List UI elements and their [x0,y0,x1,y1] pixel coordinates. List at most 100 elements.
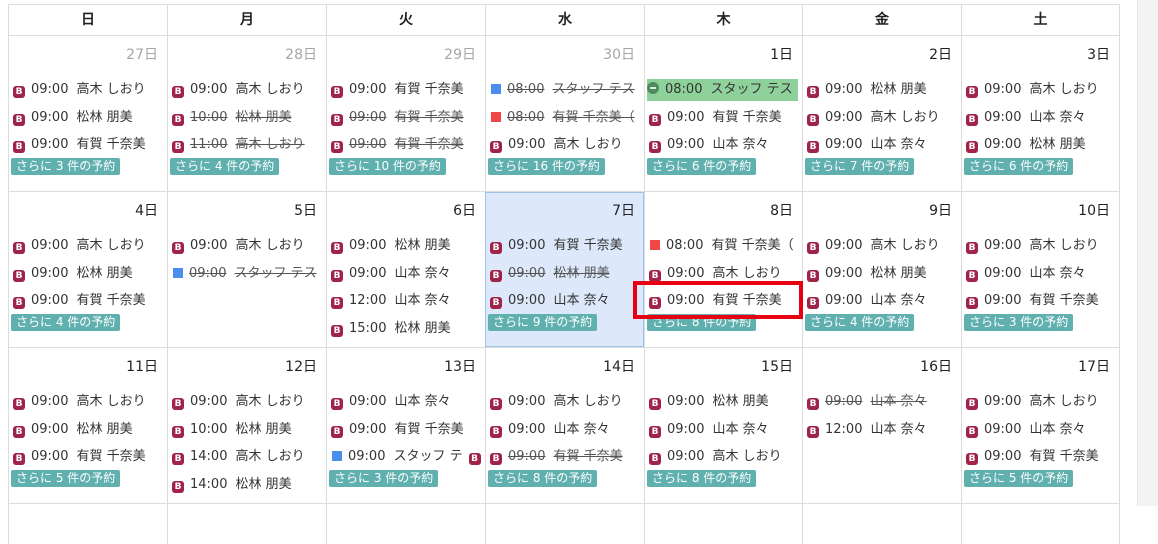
event-item[interactable]: B 09:00 高木 しおり [172,79,322,101]
day-cell[interactable]: 16日 B 09:00 山本 奈々 B 12:00 山本 奈々 [802,348,961,503]
day-number[interactable]: 6日 [453,200,476,220]
event-item[interactable]: B 09:00 松林 朋美 [490,263,640,285]
day-number[interactable]: 14日 [603,356,635,376]
event-item[interactable]: B 12:00 山本 奈々 [807,419,957,441]
event-item[interactable]: B 09:00 高木 しおり [13,235,163,257]
day-number[interactable]: 28日 [285,44,317,64]
event-item[interactable]: B 14:00 高木 しおり [172,446,322,468]
event-item[interactable]: B 09:00 山本 奈々 [807,134,957,156]
event-item[interactable]: B 09:00 高木 しおり [807,235,957,257]
more-reservations-link[interactable]: さらに 8 件の予約 [488,470,598,487]
event-item[interactable]: B 09:00 松林 朋美 [807,79,957,101]
event-item[interactable]: B 09:00 山本 奈々 [331,391,481,413]
more-reservations-link[interactable]: さらに 6 件の予約 [964,158,1074,175]
day-number[interactable]: 8日 [770,200,793,220]
event-item[interactable]: B 09:00 高木 しおり [966,79,1115,101]
day-number[interactable]: 13日 [444,356,476,376]
event-item[interactable]: B 09:00 高木 しおり [966,391,1115,413]
event-item[interactable]: B 09:00 有賀 千奈美 [966,290,1115,312]
day-number[interactable]: 1日 [770,44,793,64]
event-item[interactable]: B 09:00 松林 朋美 [649,391,798,413]
event-item[interactable]: B 09:00 山本 奈々 [649,419,798,441]
more-reservations-link[interactable]: さらに 5 件の予約 [11,470,121,487]
event-item[interactable]: B 09:00 山本 奈々 [966,263,1115,285]
day-cell[interactable]: 17日 B 09:00 高木 しおり B 09:00 山本 奈々 B 09:00 有賀 千奈美 さら… [961,348,1120,503]
day-cell[interactable]: 9日 B 09:00 高木 しおり B 09:00 松林 朋美 B 09:00 山本 奈々 さらに … [802,192,961,347]
event-item[interactable]: B 09:00 高木 しおり [13,79,163,101]
day-number[interactable]: 27日 [126,44,158,64]
day-number[interactable]: 15日 [761,356,793,376]
event-item[interactable]: B 09:00 松林 朋美 [807,263,957,285]
day-cell[interactable] [802,504,961,544]
event-item[interactable]: B 09:00 有賀 千奈美 [331,107,481,129]
event-item[interactable]: B 10:00 松林 朋美 [172,419,322,441]
event-item[interactable]: B 14:00 松林 朋美 [172,474,322,496]
event-item[interactable]: B 09:00 山本 奈々 [490,419,640,441]
day-number[interactable]: 17日 [1078,356,1110,376]
event-item[interactable]: B 09:00 松林 朋美 [13,263,163,285]
vertical-scrollbar[interactable] [1137,0,1158,506]
day-cell[interactable]: 12日 B 09:00 高木 しおり B 10:00 松林 朋美 B 14:00 高木 しおり B 1… [167,348,326,503]
event-item[interactable]: B 09:00 高木 しおり [807,107,957,129]
day-number[interactable]: 10日 [1078,200,1110,220]
event-item[interactable]: B 09:00 有賀 千奈美 [966,446,1115,468]
event-item[interactable]: B 09:00 山本 奈々 [649,134,798,156]
day-cell[interactable]: 3日 B 09:00 高木 しおり B 09:00 山本 奈々 B 09:00 松林 朋美 さらに … [961,36,1120,191]
event-item[interactable]: 08:00 有賀 千奈美（ [649,235,798,257]
event-item[interactable]: B 10:00 松林 朋美 [172,107,322,129]
day-cell[interactable]: 6日 B 09:00 松林 朋美 B 09:00 山本 奈々 B 12:00 山本 奈々 B 15:0… [326,192,485,347]
day-cell[interactable] [644,504,802,544]
more-reservations-link[interactable]: さらに 10 件の予約 [329,158,446,175]
more-reservations-link[interactable]: さらに 3 件の予約 [964,314,1074,331]
event-item[interactable]: B 09:00 松林 朋美 [13,107,163,129]
event-item[interactable]: B 09:00 高木 しおり [172,391,322,413]
more-reservations-link[interactable]: さらに 4 件の予約 [11,314,121,331]
more-reservations-link[interactable]: さらに 16 件の予約 [488,158,605,175]
event-item[interactable]: B 11:00 高木 しおり [172,134,322,156]
more-reservations-link[interactable]: さらに 3 件の予約 [11,158,121,175]
event-item[interactable]: B 09:00 有賀 千奈美 [331,134,481,156]
day-cell[interactable]: 13日 B 09:00 山本 奈々 B 09:00 有賀 千奈美 09:00 スタッフ テ B さら… [326,348,485,503]
day-cell[interactable]: 29日 B 09:00 有賀 千奈美 B 09:00 有賀 千奈美 B 09:00 有賀 千奈美さ… [326,36,485,191]
day-cell[interactable] [485,504,644,544]
day-number[interactable]: 9日 [929,200,952,220]
day-cell[interactable]: 8日 08:00 有賀 千奈美（ B 09:00 高木 しおり B 09:00 有賀 千奈美さら… [644,192,802,347]
day-number[interactable]: 11日 [126,356,158,376]
event-item[interactable]: B 09:00 高木 しおり [966,235,1115,257]
event-item[interactable]: B 09:00 有賀 千奈美 [13,290,163,312]
more-reservations-link[interactable]: さらに 9 件の予約 [488,314,598,331]
day-cell[interactable] [961,504,1120,544]
event-item[interactable]: B 09:00 有賀 千奈美 [490,235,640,257]
event-item[interactable]: B 09:00 高木 しおり [490,134,640,156]
more-reservations-link[interactable]: さらに 8 件の予約 [647,314,757,331]
event-item[interactable]: B 09:00 有賀 千奈美 [13,134,163,156]
event-item[interactable]: B 09:00 山本 奈々 [966,419,1115,441]
event-item[interactable]: 08:00 スタッフ テス [490,79,640,101]
day-number[interactable]: 30日 [603,44,635,64]
event-item[interactable]: B 09:00 有賀 千奈美 [331,419,481,441]
event-item[interactable]: B 09:00 高木 しおり [172,235,322,257]
event-item[interactable]: B 09:00 有賀 千奈美 [490,446,640,468]
event-item[interactable]: B 09:00 高木 しおり [649,446,798,468]
event-item[interactable]: 09:00 スタッフ テ B [331,446,481,468]
day-number[interactable]: 4日 [135,200,158,220]
day-cell[interactable] [326,504,485,544]
day-cell[interactable]: 1日 08:00 スタッフ テス B 09:00 有賀 千奈美 B 09:00 山本 奈々 さらに… [644,36,802,191]
day-cell[interactable]: 5日 B 09:00 高木 しおり 09:00 スタッフ テス [167,192,326,347]
more-reservations-link[interactable]: さらに 4 件の予約 [170,158,280,175]
day-number[interactable]: 29日 [444,44,476,64]
event-item[interactable]: B 09:00 高木 しおり [490,391,640,413]
event-item[interactable]: B 09:00 有賀 千奈美 [649,290,798,312]
event-item[interactable]: 08:00 スタッフ テス [647,79,798,101]
event-item[interactable]: B 09:00 有賀 千奈美 [13,446,163,468]
more-reservations-link[interactable]: さらに 7 件の予約 [805,158,915,175]
event-item[interactable]: B 09:00 山本 奈々 [966,107,1115,129]
more-reservations-link[interactable]: さらに 8 件の予約 [647,470,757,487]
day-cell[interactable]: 4日 B 09:00 高木 しおり B 09:00 松林 朋美 B 09:00 有賀 千奈美さらに… [8,192,167,347]
event-item[interactable]: B 09:00 高木 しおり [649,263,798,285]
event-item[interactable]: B 09:00 松林 朋美 [966,134,1115,156]
event-item[interactable]: B 09:00 松林 朋美 [13,419,163,441]
event-item[interactable]: B 09:00 高木 しおり [13,391,163,413]
event-item[interactable]: B 09:00 山本 奈々 [807,391,957,413]
event-item[interactable]: B 09:00 松林 朋美 [331,235,481,257]
